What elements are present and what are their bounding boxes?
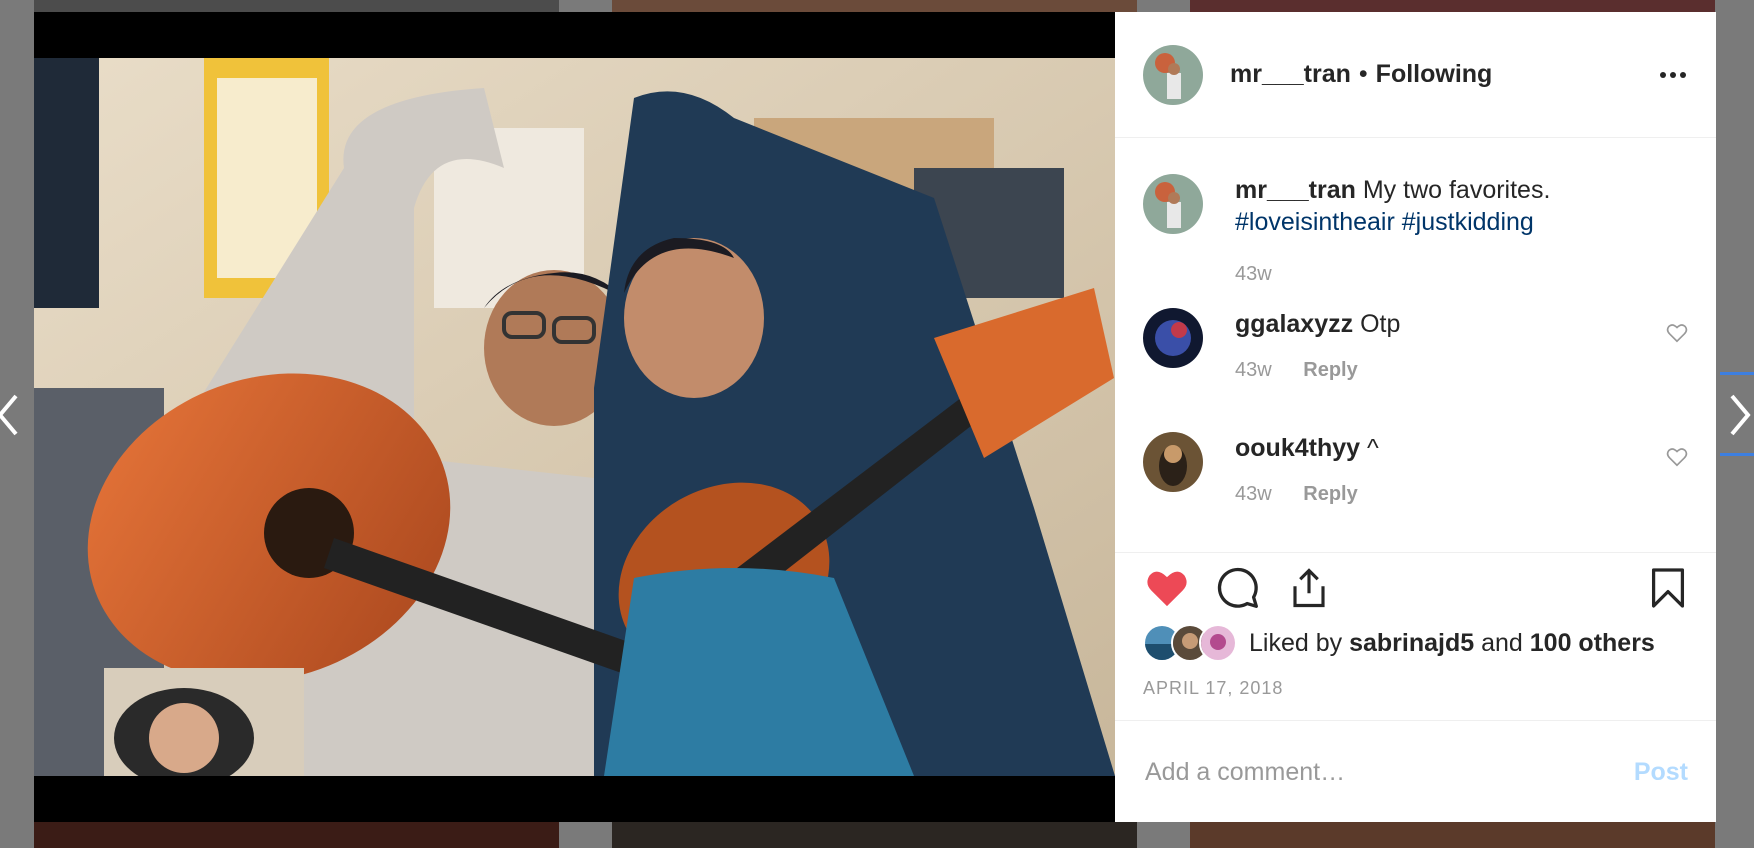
- comment-username[interactable]: ggalaxyzz: [1235, 310, 1353, 338]
- reply-button[interactable]: Reply: [1303, 483, 1357, 505]
- previous-post-chevron-icon[interactable]: [0, 390, 24, 440]
- author-avatar[interactable]: [1143, 44, 1203, 105]
- background-tile: [1190, 822, 1715, 848]
- background-tile: [1190, 0, 1715, 12]
- comment-item: oouk4thyy ^ 43w Reply: [1143, 432, 1688, 510]
- background-tile: [612, 822, 1137, 848]
- post-media: [34, 12, 1115, 822]
- others-likes-link[interactable]: 100 others: [1530, 629, 1655, 658]
- comment-text: Otp: [1360, 310, 1401, 338]
- background-tile: [612, 0, 1137, 12]
- commenter-avatar[interactable]: [1143, 432, 1203, 492]
- caption-text: My two favorites.: [1362, 176, 1551, 204]
- likes-prefix: Liked by: [1249, 628, 1343, 657]
- header-separator: •: [1358, 60, 1368, 88]
- comment-composer: Post: [1115, 720, 1716, 823]
- comment-item: ggalaxyzz Otp 43w Reply: [1143, 308, 1688, 386]
- top-liker-username[interactable]: sabrinajd5: [1349, 629, 1474, 658]
- post-side-panel: mr___tran • Following mr___tran My two f…: [1115, 12, 1716, 822]
- comment-username[interactable]: oouk4thyy: [1235, 434, 1360, 462]
- likes-summary[interactable]: Liked by sabrinajd5 and 100 others: [1143, 624, 1688, 662]
- background-tile: [34, 822, 559, 848]
- comment-timestamp[interactable]: 43w: [1235, 359, 1272, 381]
- like-heart-icon[interactable]: [1143, 564, 1191, 612]
- reply-button[interactable]: Reply: [1303, 359, 1357, 381]
- likes-joiner: and: [1481, 628, 1523, 657]
- liker-avatar: [1199, 624, 1237, 662]
- comments-list[interactable]: mr___tran My two favorites. #loveisinthe…: [1115, 138, 1716, 552]
- background-tile: [34, 0, 559, 12]
- next-post-chevron-icon[interactable]: [1724, 390, 1754, 440]
- liker-avatars: [1143, 624, 1237, 662]
- caption-username[interactable]: mr___tran: [1235, 176, 1356, 204]
- caption: mr___tran My two favorites. #loveisinthe…: [1143, 174, 1688, 290]
- comment-text: ^: [1366, 434, 1379, 462]
- post-actions: [1115, 552, 1716, 623]
- like-comment-heart-icon[interactable]: [1666, 446, 1688, 468]
- post-header: mr___tran • Following: [1115, 12, 1716, 138]
- hashtag-link[interactable]: #loveisintheair: [1235, 208, 1395, 236]
- comment-timestamp[interactable]: 43w: [1235, 483, 1272, 505]
- add-comment-input[interactable]: [1143, 756, 1634, 788]
- post-modal: mr___tran • Following mr___tran My two f…: [34, 12, 1716, 822]
- author-avatar[interactable]: [1143, 174, 1203, 234]
- post-date[interactable]: APRIL 17, 2018: [1143, 678, 1283, 699]
- following-button[interactable]: Following: [1376, 60, 1493, 89]
- author-username[interactable]: mr___tran: [1230, 60, 1351, 89]
- hashtag-link[interactable]: #justkidding: [1402, 208, 1534, 236]
- post-photo[interactable]: [34, 58, 1115, 776]
- like-comment-heart-icon[interactable]: [1666, 322, 1688, 344]
- post-comment-button[interactable]: Post: [1634, 758, 1688, 787]
- caption-timestamp[interactable]: 43w: [1235, 263, 1272, 285]
- save-bookmark-icon[interactable]: [1644, 564, 1692, 612]
- more-options-ellipsis-icon[interactable]: [1658, 60, 1688, 90]
- comment-speech-bubble-icon[interactable]: [1214, 564, 1262, 612]
- share-icon[interactable]: [1285, 564, 1333, 612]
- commenter-avatar[interactable]: [1143, 308, 1203, 368]
